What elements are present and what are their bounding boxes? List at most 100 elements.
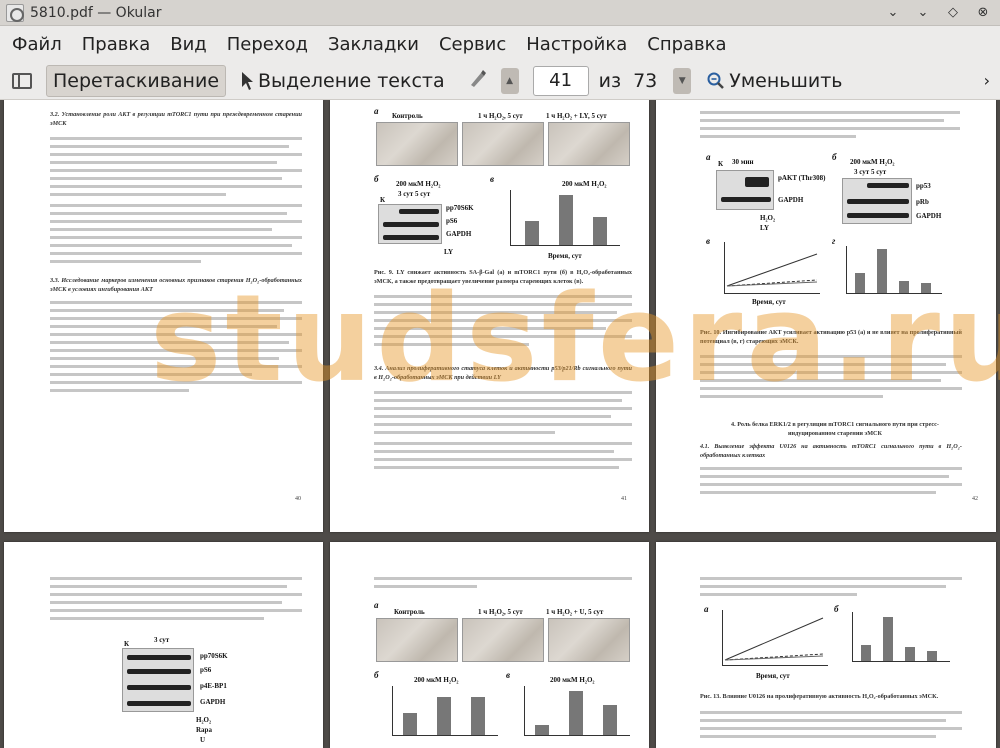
p44-control-label: Контроль [394,608,425,616]
p41-bar-1 [525,221,539,245]
p44-body-text [374,572,632,593]
annotation-pen-icon [467,67,489,94]
page-45: а Время, сут б Рис. 13. Влияние U0126 на… [656,542,996,748]
p40-page-number: 40 [295,496,301,502]
p45-bar-3 [905,647,915,661]
p42-bar-3 [899,281,909,293]
p42-band-prb: pRb [916,198,929,206]
p41-h2o2-label: 1 ч H₂O₂, 5 сут [478,112,523,120]
p42-bar-2 [877,249,887,293]
p42-body-text-top [700,106,960,143]
p43-k-label: К [124,640,130,648]
menu-help[interactable]: Справка [639,34,734,55]
p43-body-text [50,572,302,625]
p42-k-label: К [718,160,724,168]
p45-line-xlabel: Время, сут [756,672,790,680]
p44-micrograph-control [376,618,458,662]
p42-body-text-2 [700,462,962,499]
p42-panel-g-label: г [832,236,836,246]
window-close-icon[interactable]: ⊗ [972,3,994,23]
p44-v-bar-1 [535,725,549,735]
menu-go[interactable]: Переход [219,34,316,55]
p41-control-label: Контроль [392,112,423,120]
p40-heading-2: 3.3. Исследование маркеров изменения осн… [50,277,302,293]
p42-conc-label: 200 мкМ H₂O₂ [850,158,895,166]
document-viewport[interactable]: 3.2. Установление роли АКТ в регуляции m… [0,100,1000,748]
p40-body-text-1 [50,132,302,268]
chevron-down-icon: ▼ [678,75,686,86]
p42-bar-1 [855,273,865,293]
p44-h2o2-label: 1 ч H₂O₂, 5 сут [478,608,523,616]
p44-b-bar-3 [471,697,485,735]
p43-u-row: U [200,736,206,744]
menu-settings[interactable]: Настройка [518,34,635,55]
p42-heading-2: 4.1. Выявление эффекта U0126 на активнос… [700,443,962,459]
p42-ly-row: LY [760,224,770,232]
p42-heading-1: 4. Роль белка ERK1/2 в регуляции mTORC1 … [731,421,939,437]
p44-micrograph-h2o2-u [548,618,630,662]
menu-tools[interactable]: Сервис [431,34,514,55]
page-number-input[interactable]: 41 [532,65,589,96]
p42-line-xlabel: Время, сут [752,298,786,306]
p44-h2o2-u-label: 1 ч H₂O₂ + U, 5 сут [546,608,604,616]
p41-figure-caption: Рис. 9. LY снижает активность SA-β-Gal (… [374,269,632,285]
p45-body-text-top [700,572,962,601]
p42-blot-a [716,170,774,210]
cursor-arrow-icon [240,71,254,91]
p41-panel-b-label: б [374,174,379,184]
menu-bar: Файл Правка Вид Переход Закладки Сервис … [0,26,1000,62]
previous-page-button[interactable]: ▲ [500,67,519,94]
okular-app-icon [6,3,24,22]
p41-chart-conc-label: 200 мкМ H₂O₂ [562,180,607,188]
p42-h2o2-row: H₂O₂ [760,214,776,222]
menu-bookmarks[interactable]: Закладки [320,34,427,55]
browse-tool-button[interactable]: Перетаскивание [46,64,227,97]
p45-panel-b-label: б [834,604,839,614]
p44-conc-label-v: 200 мкМ H₂O₂ [550,676,595,684]
p43-band-ps6: pS6 [200,666,212,674]
p44-panel-b-label: б [374,670,379,680]
page-43: К 3 сут pp70S6K pS6 p4E-BP1 GAPDH H₂O₂ R… [4,542,323,748]
magnifier-minus-icon [707,72,725,90]
p42-band-gapdh-b: GAPDH [916,212,942,220]
page-40: 3.2. Установление роли АКТ в регуляции m… [4,100,323,532]
page-42: а К 30 мин pAKT (Thr308) GAPDH H₂O₂ LY б… [656,100,996,532]
p42-band-pakt: pAKT (Thr308) [778,174,826,182]
toolbar-overflow-button[interactable]: › [978,65,996,97]
sidebar-toggle-button[interactable] [4,65,40,97]
p40-body-text-2 [50,296,302,397]
page-44: а Контроль 1 ч H₂O₂, 5 сут 1 ч H₂O₂ + U,… [330,542,649,748]
main-toolbar: Перетаскивание Выделение текста ▲ 41 из … [0,62,1000,100]
p45-bar-4 [927,651,937,661]
zoom-out-button[interactable]: Уменьшить [701,65,848,97]
menu-edit[interactable]: Правка [74,34,159,55]
p41-bar-chart [510,190,620,246]
p41-panel-v-label: в [490,174,495,184]
p43-band-pp70s6k: pp70S6K [200,652,228,660]
window-minimize-icon[interactable]: ⌄ [912,3,934,23]
p41-band-pp70s6k: pp70S6K [446,204,474,212]
p44-conc-label-b: 200 мкМ H₂O₂ [414,676,459,684]
p43-band-gapdh: GAPDH [200,698,226,706]
p42-panel-b-label: б [832,152,837,162]
p44-panel-v-label: в [506,670,511,680]
browse-tool-label: Перетаскивание [53,69,220,92]
p41-ly-row-label: LY [444,248,454,256]
p41-body-text-2 [374,386,632,474]
menu-view[interactable]: Вид [162,34,215,55]
window-maximize-icon[interactable]: ◇ [942,3,964,23]
page-of-label: из [598,69,622,92]
annotation-tool-button[interactable] [461,65,495,97]
text-select-tool-button[interactable]: Выделение текста [234,65,451,97]
menu-file[interactable]: Файл [4,34,70,55]
p41-micrograph-h2o2 [462,122,544,166]
p44-b-bar-2 [437,697,451,735]
p44-bar-chart-v [524,686,630,736]
p42-figure-caption: Рис. 10. Ингибирование АКТ усиливает акт… [700,329,962,345]
next-page-button[interactable]: ▼ [673,67,692,94]
window-help-icon[interactable]: ⌄ [882,3,904,23]
p44-micrograph-h2o2 [462,618,544,662]
sidebar-icon [12,72,32,89]
p44-v-bar-3 [603,705,617,735]
p44-bar-chart-b [392,686,498,736]
